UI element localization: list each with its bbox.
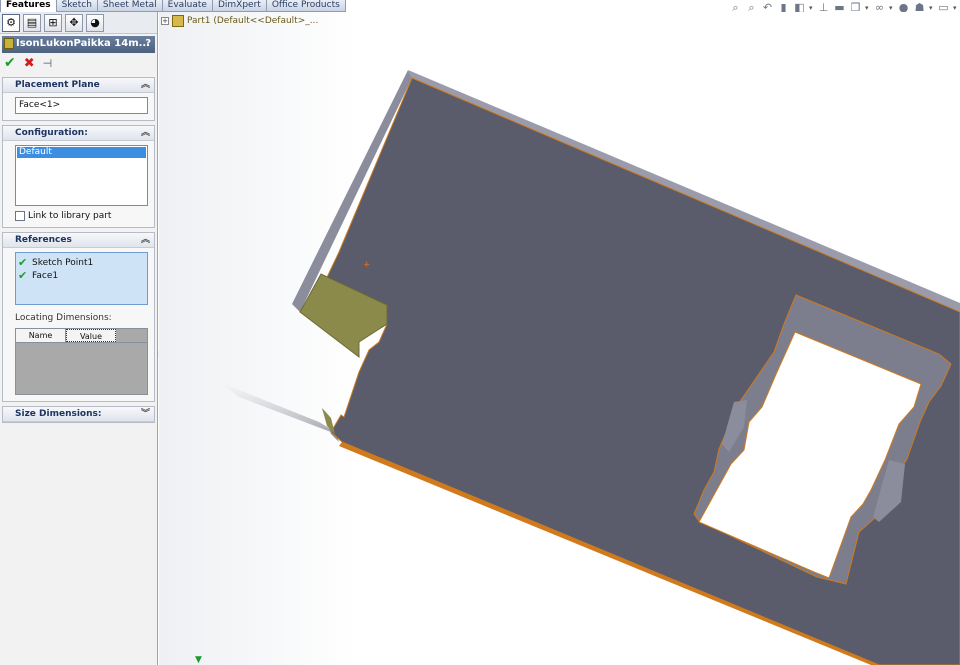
property-manager-title: IsonLukonPaikka 14m... ?: [2, 36, 155, 53]
chevron-up-double-icon[interactable]: ︽: [141, 126, 150, 140]
references-group: References ︽ ✔ Sketch Point1 ✔ Face1 Loc…: [2, 232, 155, 402]
placement-plane-header[interactable]: Placement Plane ︽: [3, 78, 154, 93]
tab-evaluate[interactable]: Evaluate: [161, 0, 213, 12]
property-manager-title-text: IsonLukonPaikka 14m...: [16, 38, 151, 49]
configuration-manager-tab-icon[interactable]: ⊞: [44, 13, 62, 32]
configuration-title: Configuration:: [15, 128, 88, 138]
check-icon[interactable]: ✔: [4, 55, 16, 71]
tab-dimxpert[interactable]: DimXpert: [211, 0, 267, 12]
property-manager-actions: ✔ ✖ ⊣: [0, 53, 157, 73]
list-item[interactable]: ✔ Face1: [18, 269, 145, 282]
size-dimensions-group: Size Dimensions: ︾: [2, 406, 155, 423]
sketch-point-marker: +: [363, 260, 371, 270]
part-icon: [172, 15, 184, 27]
placement-plane-title: Placement Plane: [15, 80, 100, 90]
feature-manager-tab-icon[interactable]: ⚙: [2, 13, 20, 32]
locating-dimensions-table[interactable]: Name Value: [15, 328, 148, 395]
feature-tree-root[interactable]: + Part1 (Default<<Default>_...: [161, 15, 318, 27]
chevron-up-double-icon[interactable]: ︽: [141, 78, 150, 92]
tab-sketch[interactable]: Sketch: [55, 0, 98, 12]
graphics-area[interactable]: + + Part1 (Default<<Default>_... ▼: [159, 12, 960, 665]
property-manager-tab-icon[interactable]: ▤: [23, 13, 41, 32]
placement-plane-group: Placement Plane ︽ Face<1>: [2, 77, 155, 121]
locating-dimensions-label: Locating Dimensions:: [15, 313, 112, 323]
link-to-library-row[interactable]: Link to library part: [15, 211, 148, 221]
expand-icon[interactable]: +: [161, 17, 169, 25]
table-header: Name Value: [16, 329, 147, 343]
check-icon: ✔: [18, 256, 28, 269]
size-dimensions-header[interactable]: Size Dimensions: ︾: [3, 407, 154, 422]
link-to-library-label: Link to library part: [28, 211, 112, 221]
command-manager-tabs: Features Sketch Sheet Metal Evaluate Dim…: [0, 0, 346, 13]
property-manager-panel: ⚙ ▤ ⊞ ✥ ◕ IsonLukonPaikka 14m... ? ✔ ✖ ⊣…: [0, 12, 158, 665]
pushpin-icon[interactable]: ⊣: [43, 57, 53, 70]
size-dimensions-title: Size Dimensions:: [15, 409, 102, 419]
column-header-value[interactable]: Value: [66, 329, 116, 342]
help-icon[interactable]: ?: [145, 36, 151, 52]
list-item[interactable]: ✔ Sketch Point1: [18, 256, 145, 269]
library-feature-icon: [4, 38, 14, 49]
dimxpert-manager-tab-icon[interactable]: ✥: [65, 13, 83, 32]
manager-tabs: ⚙ ▤ ⊞ ✥ ◕: [0, 12, 157, 34]
chevron-down-double-icon[interactable]: ︾: [141, 407, 150, 421]
configuration-list[interactable]: Default: [15, 145, 148, 206]
references-header[interactable]: References ︽: [3, 233, 154, 248]
display-manager-tab-icon[interactable]: ◕: [86, 13, 104, 32]
tab-office-products[interactable]: Office Products: [265, 0, 346, 12]
configuration-group: Configuration: ︽ Default Link to library…: [2, 125, 155, 228]
reference-label: Sketch Point1: [32, 257, 94, 268]
configuration-header[interactable]: Configuration: ︽: [3, 126, 154, 141]
table-header-filler: [116, 329, 147, 342]
column-header-name[interactable]: Name: [16, 329, 66, 342]
x-icon[interactable]: ✖: [24, 56, 35, 71]
check-icon: ✔: [18, 269, 28, 282]
reference-triad-icon: ▼: [195, 655, 202, 665]
link-to-library-checkbox[interactable]: [15, 211, 25, 221]
references-title: References: [15, 235, 72, 245]
part-3d-model[interactable]: +: [159, 12, 960, 665]
references-list[interactable]: ✔ Sketch Point1 ✔ Face1: [15, 252, 148, 305]
configuration-item-default[interactable]: Default: [17, 147, 146, 158]
tab-sheet-metal[interactable]: Sheet Metal: [96, 0, 163, 12]
reference-label: Face1: [32, 270, 59, 281]
placement-plane-field[interactable]: Face<1>: [15, 97, 148, 114]
chevron-up-double-icon[interactable]: ︽: [141, 233, 150, 247]
part-tree-label[interactable]: Part1 (Default<<Default>_...: [187, 16, 318, 26]
